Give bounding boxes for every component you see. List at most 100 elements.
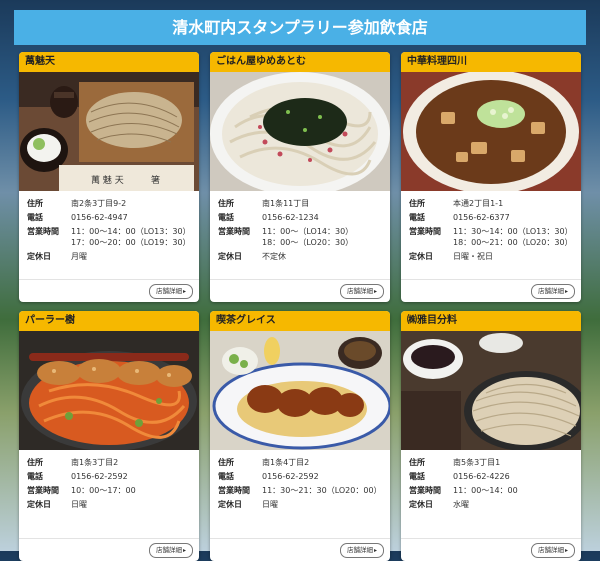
restaurant-name: 中華料理四川 [401,52,581,72]
restaurant-info: 住所 南5条3丁目1 電話 0156-62-4226 営業時間 11：00〜14… [401,450,581,510]
zaru-soba-photo [401,331,581,450]
hours-label: 営業時間 [27,486,59,495]
phone-value: 0156-62-4947 [71,213,128,222]
card-footer: 店舗詳細▸ [19,279,199,302]
hours-line: 11：00〜14：00（LO13：30） [71,227,191,236]
restaurant-info: 住所 南1条4丁目2 電話 0156-62-2592 営業時間 11：30〜21… [210,450,390,510]
soba-plate-photo: 萬 魅 天 箸 [19,72,199,191]
closed-row: 定休日 水曜 [409,499,573,510]
closed-value: 日曜・祝日 [453,252,493,261]
hours-row: 営業時間 11：00〜（LO14：30） 18：00〜（LO20：30） [218,226,382,248]
store-detail-button[interactable]: 店舗詳細▸ [530,284,575,299]
closed-label: 定休日 [409,500,433,509]
napolitan-cutlet-photo [19,331,199,450]
hours-label: 営業時間 [218,486,250,495]
restaurant-card: 萬魅天 萬 魅 天 箸 住所 南2条3丁目9-2 電話 0156-62-4947… [19,52,199,302]
chevron-right-icon: ▸ [564,288,568,295]
hours-row: 営業時間 11：00〜14：00 [409,485,573,496]
closed-value: 日曜 [71,500,87,509]
phone-value: 0156-62-4226 [453,472,510,481]
hours-value: 11：30〜21：30（LO20：00） [262,485,382,496]
closed-label: 定休日 [27,500,51,509]
phone-value: 0156-62-6377 [453,213,510,222]
address-value: 本通2丁目1-1 [453,199,504,208]
page: 清水町内スタンプラリー参加飲食店 萬魅天 萬 魅 天 箸 住所 南2条3丁目9-… [0,0,600,561]
restaurant-name: 喫茶グレイス [210,311,390,331]
mapo-tofu-photo [401,72,581,191]
restaurant-card: パーラー樹 住所 南1条3丁目2 電話 0156-62-2592 営業時間 10… [19,311,199,561]
phone-value: 0156-62-2592 [71,472,128,481]
address-label: 住所 [409,199,425,208]
detail-button-label: 店舗詳細 [537,287,564,295]
closed-row: 定休日 月曜 [27,251,191,262]
chevron-right-icon: ▸ [182,288,186,295]
address-row: 住所 南5条3丁目1 [409,457,573,468]
hours-line: 18：00〜（LO20：30） [262,238,354,247]
detail-button-label: 店舗詳細 [155,546,182,554]
restaurant-name: ㈱雅目分料 [401,311,581,331]
hours-line: 10：00〜17：00 [71,486,136,495]
restaurant-name: ごはん屋ゆめあとむ [210,52,390,72]
store-detail-button[interactable]: 店舗詳細▸ [339,284,384,299]
address-label: 住所 [218,458,234,467]
address-row: 住所 南1条4丁目2 [218,457,382,468]
restaurant-card: ㈱雅目分料 住所 南5条3丁目1 電話 0156-62-4226 営業時間 11… [401,311,581,561]
phone-label: 電話 [218,213,234,222]
detail-button-label: 店舗詳細 [155,287,182,295]
page-banner: 清水町内スタンプラリー参加飲食店 [14,10,586,45]
hours-line: 11：30〜14：00（LO13：30） [453,227,573,236]
hours-row: 営業時間 11：00〜14：00（LO13：30） 17：00〜20：00（LO… [27,226,191,248]
phone-row: 電話 0156-62-2592 [27,471,191,482]
closed-value: 日曜 [262,500,278,509]
store-detail-button[interactable]: 店舗詳細▸ [148,284,193,299]
closed-row: 定休日 日曜 [218,499,382,510]
hours-value: 11：00〜14：00 [453,485,573,496]
detail-button-label: 店舗詳細 [346,546,373,554]
closed-row: 定休日 不定休 [218,251,382,262]
closed-row: 定休日 日曜・祝日 [409,251,573,262]
phone-label: 電話 [409,213,425,222]
phone-label: 電話 [409,472,425,481]
hours-value: 10：00〜17：00 [71,485,191,496]
hours-row: 営業時間 10：00〜17：00 [27,485,191,496]
cutlet-curry-plate-photo [210,331,390,450]
hours-line: 11：30〜21：30（LO20：00） [262,486,382,495]
address-value: 南1条4丁目2 [262,458,310,467]
chevron-right-icon: ▸ [373,288,377,295]
phone-row: 電話 0156-62-6377 [409,212,573,223]
phone-value: 0156-62-1234 [262,213,319,222]
hours-line: 17：00〜20：00（LO19：30） [71,238,191,247]
hours-value: 11：30〜14：00（LO13：30） 18：00〜21：00（LO20：30… [453,226,573,248]
udon-bowl-photo [210,72,390,191]
closed-value: 月曜 [71,252,87,261]
phone-row: 電話 0156-62-2592 [218,471,382,482]
hours-row: 営業時間 11：30〜21：30（LO20：00） [218,485,382,496]
restaurant-name: 萬魅天 [19,52,199,72]
closed-value: 不定休 [262,252,286,261]
address-label: 住所 [218,199,234,208]
hours-label: 営業時間 [218,227,250,236]
address-label: 住所 [409,458,425,467]
hours-label: 営業時間 [409,486,441,495]
phone-row: 電話 0156-62-4226 [409,471,573,482]
hours-row: 営業時間 11：30〜14：00（LO13：30） 18：00〜21：00（LO… [409,226,573,248]
closed-label: 定休日 [218,500,242,509]
phone-label: 電話 [27,472,43,481]
card-footer: 店舗詳細▸ [210,538,390,561]
phone-row: 電話 0156-62-4947 [27,212,191,223]
restaurant-info: 住所 南1条3丁目2 電話 0156-62-2592 営業時間 10：00〜17… [19,450,199,510]
restaurant-name: パーラー樹 [19,311,199,331]
card-footer: 店舗詳細▸ [401,279,581,302]
closed-label: 定休日 [218,252,242,261]
hours-value: 11：00〜14：00（LO13：30） 17：00〜20：00（LO19：30… [71,226,191,248]
phone-row: 電話 0156-62-1234 [218,212,382,223]
detail-button-label: 店舗詳細 [346,287,373,295]
address-row: 住所 南1条3丁目2 [27,457,191,468]
phone-label: 電話 [27,213,43,222]
address-value: 南1条3丁目2 [71,458,119,467]
closed-row: 定休日 日曜 [27,499,191,510]
restaurant-card: 中華料理四川 住所 本通2丁目1-1 電話 0156-62-6377 営業時間 … [401,52,581,302]
closed-label: 定休日 [409,252,433,261]
restaurant-info: 住所 南1条11丁目 電話 0156-62-1234 営業時間 11：00〜（L… [210,191,390,262]
phone-label: 電話 [218,472,234,481]
